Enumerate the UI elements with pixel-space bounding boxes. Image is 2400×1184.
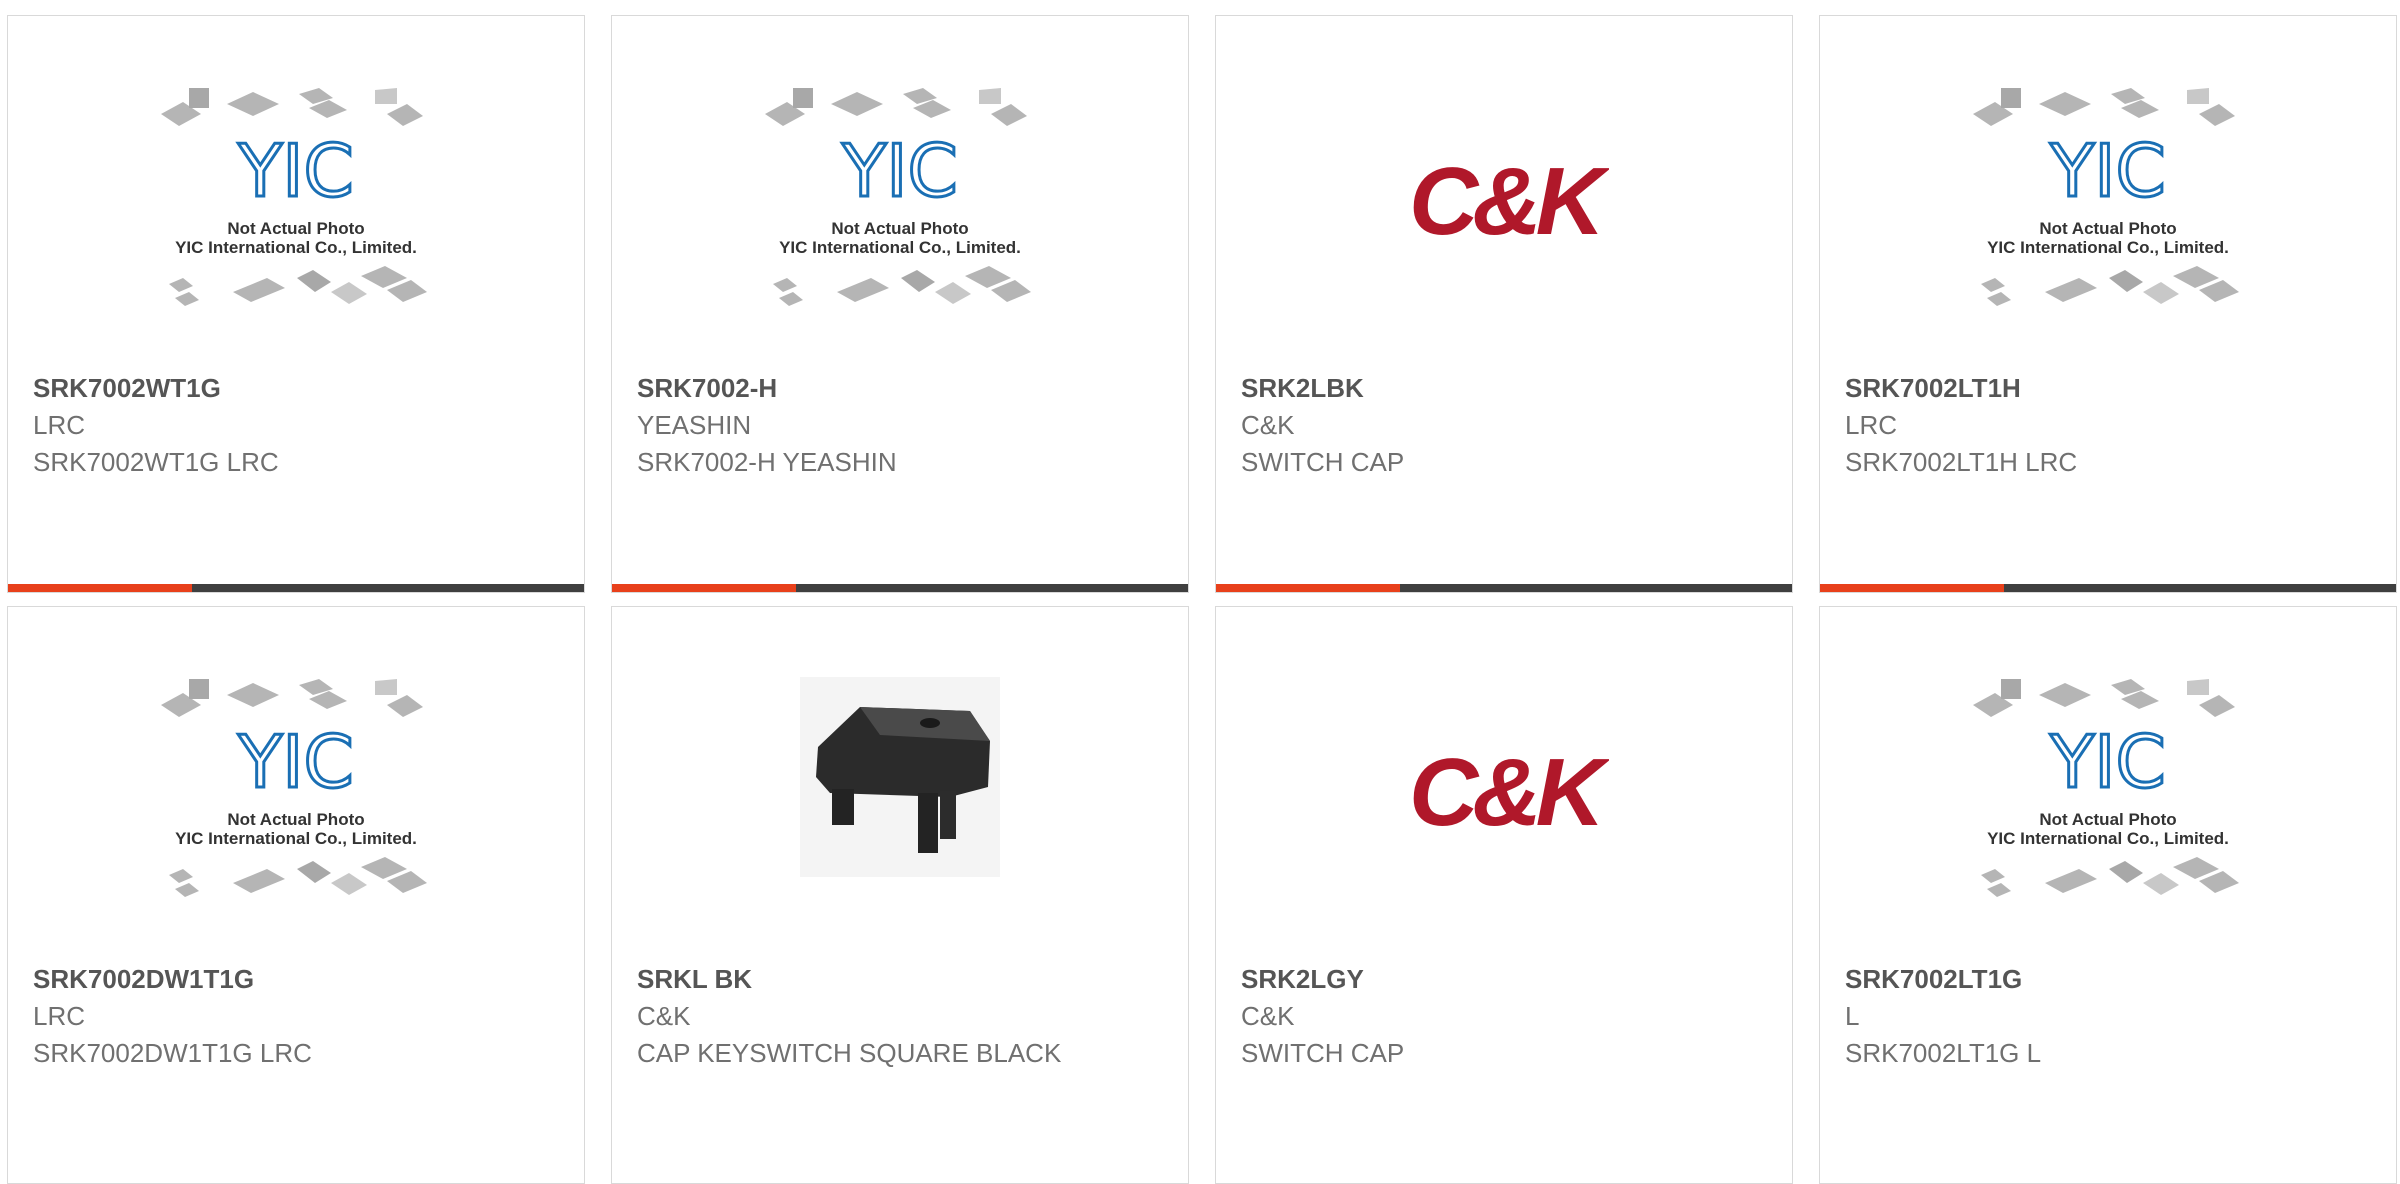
product-card[interactable]: SRKL BK C&K CAP KEYSWITCH SQUARE BLACK: [611, 606, 1189, 1184]
accent-bar: [1216, 584, 1401, 592]
card-footer-bar: [8, 584, 584, 592]
keycap-photo: [800, 677, 1000, 877]
description: CAP KEYSWITCH SQUARE BLACK: [637, 1038, 1062, 1068]
placeholder-line1: Not Actual Photo: [831, 219, 968, 238]
svg-text:C&K: C&K: [1409, 148, 1609, 255]
description: SRK7002DW1T1G LRC: [33, 1038, 312, 1068]
ck-logo-text: C&K: [1409, 739, 1609, 846]
placeholder-line1: Not Actual Photo: [227, 810, 364, 829]
product-card[interactable]: YIC Not Actual Photo YIC International C…: [7, 15, 585, 593]
product-image: C&K: [1216, 677, 1792, 947]
svg-text:YIC: YIC: [237, 720, 354, 804]
yic-placeholder-image: YIC Not Actual Photo YIC International C…: [161, 86, 431, 326]
manufacturer: C&K: [1241, 410, 1295, 440]
yic-placeholder-image: YIC Not Actual Photo YIC International C…: [1973, 86, 2243, 326]
yic-placeholder-image: YIC Not Actual Photo YIC International C…: [1973, 677, 2243, 917]
part-number[interactable]: SRK7002DW1T1G: [33, 961, 564, 998]
placeholder-line2: YIC International Co., Limited.: [175, 829, 417, 848]
product-card[interactable]: YIC Not Actual Photo YIC International C…: [611, 15, 1189, 593]
description: SRK7002LT1G L: [1845, 1038, 2042, 1068]
placeholder-line2: YIC International Co., Limited.: [779, 238, 1021, 257]
accent-bar: [1820, 584, 2005, 592]
manufacturer: LRC: [1845, 410, 1898, 440]
placeholder-line1: Not Actual Photo: [227, 219, 364, 238]
part-number[interactable]: SRK2LGY: [1241, 961, 1772, 998]
svg-text:YIC: YIC: [841, 129, 958, 213]
manufacturer: LRC: [33, 410, 86, 440]
part-number[interactable]: SRK7002WT1G: [33, 370, 564, 407]
manufacturer: C&K: [1241, 1001, 1295, 1031]
product-image: YIC Not Actual Photo YIC International C…: [1820, 86, 2396, 356]
manufacturer: C&K: [637, 1001, 691, 1031]
description: SRK7002WT1G LRC: [33, 447, 279, 477]
product-card[interactable]: YIC Not Actual Photo YIC International C…: [1819, 606, 2397, 1184]
manufacturer: LRC: [33, 1001, 86, 1031]
placeholder-line2: YIC International Co., Limited.: [1987, 238, 2229, 257]
manufacturer: YEASHIN: [637, 410, 752, 440]
card-footer-bar: [612, 584, 1188, 592]
product-image: YIC Not Actual Photo YIC International C…: [612, 86, 1188, 356]
product-image: YIC Not Actual Photo YIC International C…: [8, 86, 584, 356]
product-card[interactable]: YIC Not Actual Photo YIC International C…: [1819, 15, 2397, 593]
description: SRK7002LT1H LRC: [1845, 447, 2078, 477]
part-number[interactable]: SRK7002-H: [637, 370, 1168, 407]
product-card[interactable]: C&K SRK2LBK C&K SWITCH CAP: [1215, 15, 1793, 593]
part-number[interactable]: SRK2LBK: [1241, 370, 1772, 407]
product-image: [612, 677, 1188, 947]
card-footer-bar: [1820, 584, 2396, 592]
product-card[interactable]: C&K SRK2LGY C&K SWITCH CAP: [1215, 606, 1793, 1184]
product-image: YIC Not Actual Photo YIC International C…: [1820, 677, 2396, 947]
product-image: C&K: [1216, 86, 1792, 356]
placeholder-line2: YIC International Co., Limited.: [175, 238, 417, 257]
card-footer-bar: [1216, 584, 1792, 592]
product-image: YIC Not Actual Photo YIC International C…: [8, 677, 584, 947]
svg-text:YIC: YIC: [237, 129, 354, 213]
yic-placeholder-image: YIC Not Actual Photo YIC International C…: [161, 677, 431, 917]
svg-text:YIC: YIC: [2049, 720, 2166, 804]
part-number[interactable]: SRK7002LT1G: [1845, 961, 2376, 998]
manufacturer: L: [1845, 1001, 1860, 1031]
product-grid: YIC Not Actual Photo YIC International C…: [0, 0, 2400, 1184]
description: SWITCH CAP: [1241, 447, 1405, 477]
svg-text:YIC: YIC: [2049, 129, 2166, 213]
description: SWITCH CAP: [1241, 1038, 1405, 1068]
part-number[interactable]: SRKL BK: [637, 961, 1168, 998]
product-card[interactable]: YIC Not Actual Photo YIC International C…: [7, 606, 585, 1184]
accent-bar: [8, 584, 193, 592]
ck-brand-logo: C&K: [1399, 737, 1609, 847]
part-number[interactable]: SRK7002LT1H: [1845, 370, 2376, 407]
placeholder-line1: Not Actual Photo: [2039, 219, 2176, 238]
ck-brand-logo: C&K: [1399, 146, 1609, 256]
placeholder-line2: YIC International Co., Limited.: [1987, 829, 2229, 848]
accent-bar: [612, 584, 797, 592]
placeholder-line1: Not Actual Photo: [2039, 810, 2176, 829]
yic-placeholder-image: YIC Not Actual Photo YIC International C…: [765, 86, 1035, 326]
description: SRK7002-H YEASHIN: [637, 447, 897, 477]
